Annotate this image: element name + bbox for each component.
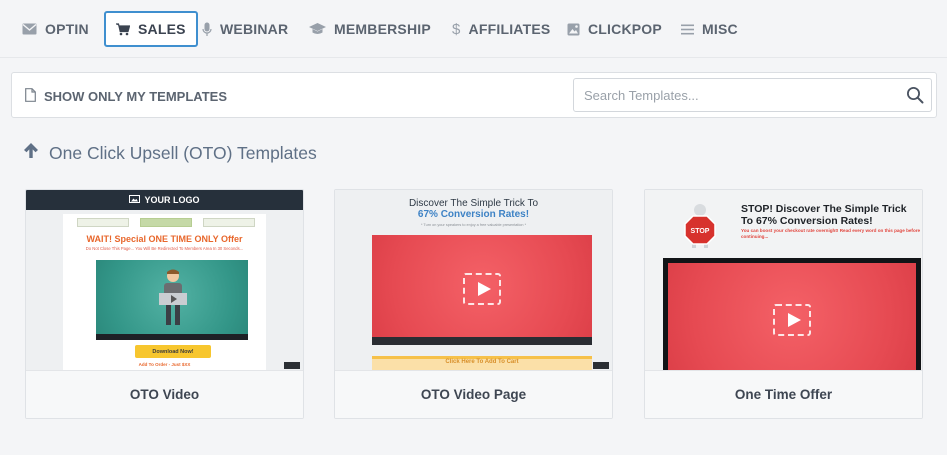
template-card-oto-video[interactable]: YOUR LOGO WAIT! Special ONE TIME ONLY Of… bbox=[25, 189, 304, 419]
stop-sign-text: STOP bbox=[691, 228, 710, 235]
list-icon bbox=[681, 24, 694, 35]
stop-sign-illustration: STOP bbox=[684, 204, 716, 248]
preview-headline: STOP! Discover The Simple Trick To 67% C… bbox=[741, 203, 907, 227]
video-screen bbox=[668, 263, 916, 370]
template-caption: OTO Video bbox=[26, 370, 303, 418]
step-indicator bbox=[140, 218, 192, 227]
video-controls bbox=[372, 337, 592, 345]
show-only-my-templates-toggle[interactable]: SHOW ONLY MY TEMPLATES bbox=[25, 88, 227, 105]
search-icon[interactable] bbox=[906, 86, 924, 104]
logo-text: YOUR LOGO bbox=[144, 195, 200, 205]
tab-misc[interactable]: MISC bbox=[671, 11, 748, 47]
video-player bbox=[372, 235, 592, 345]
tab-label: MISC bbox=[702, 21, 738, 37]
video-controls bbox=[96, 334, 248, 340]
preview-subheadline: Do Not Close This Page... You Will Be Re… bbox=[85, 246, 244, 251]
tab-label: CLICKPOP bbox=[588, 21, 662, 37]
template-card-oto-video-page[interactable]: Discover The Simple Trick To 67% Convers… bbox=[334, 189, 613, 419]
play-icon bbox=[773, 303, 811, 336]
search-input[interactable] bbox=[574, 79, 894, 111]
corner-badge bbox=[593, 362, 609, 369]
tab-membership[interactable]: MEMBERSHIP bbox=[299, 11, 441, 47]
envelope-icon bbox=[22, 23, 37, 35]
show-only-my-templates-label: SHOW ONLY MY TEMPLATES bbox=[44, 89, 227, 104]
tab-clickpop[interactable]: CLICKPOP bbox=[557, 11, 672, 47]
video-player bbox=[663, 258, 921, 370]
preview-page: WAIT! Special ONE TIME ONLY Offer Do Not… bbox=[63, 214, 266, 370]
image-icon bbox=[129, 195, 141, 205]
video-player bbox=[96, 260, 248, 340]
search-box bbox=[573, 78, 932, 112]
tab-affiliates[interactable]: $ AFFILIATES bbox=[442, 11, 560, 47]
preview-headline-highlight: 67% Conversion Rates! bbox=[417, 209, 530, 220]
tab-label: OPTIN bbox=[45, 21, 89, 37]
preview-small-note: * Turn on your speakers to enjoy a free … bbox=[420, 223, 527, 227]
template-card-one-time-offer[interactable]: STOP STOP! Discover The Simple Trick To … bbox=[644, 189, 923, 419]
arrow-up-icon[interactable] bbox=[23, 142, 39, 164]
template-caption: One Time Offer bbox=[645, 370, 922, 418]
download-button-preview: Download Now! bbox=[135, 345, 211, 358]
step-indicator bbox=[77, 218, 129, 227]
logo-bar: YOUR LOGO bbox=[26, 190, 303, 210]
tab-label: SALES bbox=[138, 21, 186, 37]
play-icon bbox=[463, 273, 501, 305]
dollar-icon: $ bbox=[452, 20, 461, 38]
tab-sales[interactable]: SALES bbox=[104, 11, 198, 47]
file-icon bbox=[25, 88, 36, 105]
cart-icon bbox=[116, 22, 130, 36]
presenter-illustration bbox=[159, 269, 187, 325]
microphone-icon bbox=[202, 22, 212, 37]
tab-label: AFFILIATES bbox=[468, 21, 551, 37]
preview-headline: Discover The Simple Trick To bbox=[408, 198, 539, 209]
template-thumbnail: YOUR LOGO WAIT! Special ONE TIME ONLY Of… bbox=[26, 190, 303, 370]
preview-subheadline: You can boost your checkout rate overnig… bbox=[741, 228, 921, 239]
section-heading: One Click Upsell (OTO) Templates bbox=[23, 142, 317, 164]
graduation-cap-icon bbox=[309, 23, 326, 35]
section-title: One Click Upsell (OTO) Templates bbox=[49, 142, 317, 163]
tab-label: MEMBERSHIP bbox=[334, 21, 431, 37]
template-thumbnail: Discover The Simple Trick To 67% Convers… bbox=[335, 190, 612, 370]
corner-badge bbox=[284, 362, 300, 369]
tab-label: WEBINAR bbox=[220, 21, 289, 37]
template-caption: OTO Video Page bbox=[335, 370, 612, 418]
preview-headline: WAIT! Special ONE TIME ONLY Offer bbox=[86, 234, 243, 244]
preview-add-to-order: Add To Order - Just $XX bbox=[138, 362, 191, 367]
step-indicator bbox=[203, 218, 255, 227]
tab-optin[interactable]: OPTIN bbox=[12, 11, 99, 47]
tab-webinar[interactable]: WEBINAR bbox=[192, 11, 298, 47]
template-thumbnail: STOP STOP! Discover The Simple Trick To … bbox=[645, 190, 922, 370]
add-to-cart-preview: Click Here To Add To Cart bbox=[372, 356, 592, 370]
category-nav: OPTIN SALES WEBINAR MEMBERSHIP $ AFFILIA… bbox=[0, 0, 947, 58]
filter-bar: SHOW ONLY MY TEMPLATES bbox=[11, 72, 937, 118]
image-icon bbox=[567, 23, 580, 36]
download-button-label: Download Now! bbox=[152, 348, 194, 355]
